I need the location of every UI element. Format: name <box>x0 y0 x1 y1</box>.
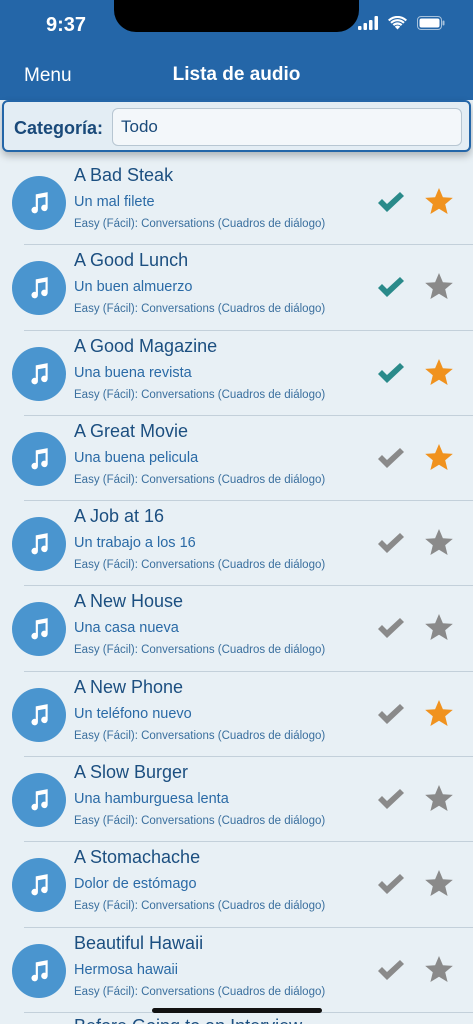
list-item-partial-title: Before Going to an Interview <box>74 1016 302 1024</box>
checkmark-icon[interactable] <box>376 616 406 642</box>
star-icon[interactable] <box>424 272 454 302</box>
item-level: Easy (Fácil): Conversations (Cuadros de … <box>74 985 326 998</box>
music-note-icon <box>12 773 66 828</box>
item-level: Easy (Fácil): Conversations (Cuadros de … <box>74 473 326 486</box>
music-note-icon <box>12 176 66 230</box>
status-time: 9:37 <box>46 14 87 36</box>
item-subtitle: Una hamburguesa lenta <box>74 791 229 808</box>
item-level: Easy (Fácil): Conversations (Cuadros de … <box>74 729 326 742</box>
category-label: Categoría: <box>14 118 104 138</box>
star-icon[interactable] <box>424 869 454 899</box>
item-title: A Good Lunch <box>74 250 189 271</box>
star-icon[interactable] <box>424 699 454 729</box>
item-title: A Bad Steak <box>74 165 174 185</box>
item-title: A Job at 16 <box>74 506 165 527</box>
music-note-icon <box>12 943 66 998</box>
wifi-icon <box>388 16 407 30</box>
star-icon[interactable] <box>424 528 454 558</box>
list-item[interactable]: A Good Magazine Una buena revista Easy (Fá… <box>0 331 473 416</box>
checkmark-icon[interactable] <box>376 958 406 984</box>
item-level: Easy (Fácil): Conversations (Cuadros de … <box>74 388 326 401</box>
category-select[interactable]: Todo <box>112 108 462 146</box>
signal-icon <box>358 16 378 30</box>
item-level: Easy (Fácil): Conversations (Cuadros de … <box>74 303 326 316</box>
item-level: Easy (Fácil): Conversations (Cuadros de … <box>74 218 326 230</box>
audio-list: A Bad Steak Un mal filete Easy (Fácil): Co… <box>0 160 473 1013</box>
item-title: A Slow Burger <box>74 762 189 783</box>
item-title: A Great Movie <box>74 420 189 441</box>
list-item[interactable]: A Slow Burger Una hamburguesa lenta Easy (… <box>0 757 473 843</box>
item-subtitle: Un mal filete <box>74 194 155 210</box>
item-title: A New Phone <box>74 676 184 697</box>
battery-icon <box>417 16 445 30</box>
item-subtitle: Un teléfono nuevo <box>74 705 192 722</box>
item-subtitle: Un buen almuerzo <box>74 279 193 296</box>
star-icon[interactable] <box>424 784 454 814</box>
item-subtitle: Hermosa hawaii <box>74 961 178 978</box>
music-note-icon <box>12 602 66 657</box>
checkmark-icon[interactable] <box>376 531 406 557</box>
status-icons <box>358 16 445 30</box>
music-note-icon <box>12 431 66 486</box>
item-title: Beautiful Hawaii <box>74 932 204 953</box>
checkmark-icon[interactable] <box>376 275 406 301</box>
checkmark-icon[interactable] <box>376 872 406 898</box>
music-note-icon <box>12 346 66 401</box>
star-icon[interactable] <box>424 443 454 473</box>
checkmark-icon[interactable] <box>376 361 406 387</box>
star-icon[interactable] <box>424 187 454 217</box>
checkmark-icon[interactable] <box>376 446 406 472</box>
star-icon[interactable] <box>424 613 454 643</box>
star-icon[interactable] <box>424 358 454 388</box>
music-note-icon <box>12 858 66 913</box>
item-title: A Good Magazine <box>74 335 218 356</box>
item-subtitle: Una buena pelicula <box>74 449 199 466</box>
item-title: A Stomachache <box>74 847 201 868</box>
menu-button[interactable]: Menu <box>24 65 72 87</box>
item-level: Easy (Fácil): Conversations (Cuadros de … <box>74 644 326 657</box>
item-level: Easy (Fácil): Conversations (Cuadros de … <box>74 815 326 828</box>
app-header: 9:37 Menu Lista de audio <box>0 0 473 100</box>
list-item[interactable]: A Bad Steak Un mal filete Easy (Fácil): Co… <box>0 160 473 246</box>
checkmark-icon[interactable] <box>376 702 406 728</box>
list-item[interactable]: A Job at 16 Un trabajo a los 16 Easy (Fáci… <box>0 501 473 587</box>
music-note-icon <box>12 687 66 742</box>
item-level: Easy (Fácil): Conversations (Cuadros de … <box>74 900 326 913</box>
list-item[interactable]: A Great Movie Una buena pelicula Easy (Fác… <box>0 416 473 502</box>
music-note-icon <box>12 517 66 572</box>
device-notch <box>114 0 359 32</box>
home-indicator <box>152 1008 322 1013</box>
category-filter-bar: Categoría: Todo <box>2 100 471 152</box>
list-item[interactable]: Beautiful Hawaii Hermosa hawaii Easy (Fáci… <box>0 928 473 1013</box>
music-note-icon <box>12 261 66 316</box>
item-subtitle: Dolor de estómago <box>74 876 197 893</box>
list-item[interactable]: A New Phone Un teléfono nuevo Easy (Fácil)… <box>0 672 473 758</box>
checkmark-icon[interactable] <box>376 190 406 216</box>
star-icon[interactable] <box>424 955 454 985</box>
item-subtitle: Una buena revista <box>74 364 192 381</box>
item-level: Easy (Fácil): Conversations (Cuadros de … <box>74 559 326 572</box>
checkmark-icon[interactable] <box>376 787 406 813</box>
status-bar: 9:37 <box>0 0 473 50</box>
list-item[interactable]: A Good Lunch Un buen almuerzo Easy (Fácil)… <box>0 245 473 331</box>
list-item[interactable]: A New House Una casa nueva Easy (Fácil): C… <box>0 586 473 672</box>
item-subtitle: Una casa nueva <box>74 620 179 637</box>
list-item[interactable]: A Stomachache Dolor de estómago Easy (Fáci… <box>0 842 473 928</box>
item-subtitle: Un trabajo a los 16 <box>74 535 196 552</box>
item-title: A New House <box>74 591 184 612</box>
